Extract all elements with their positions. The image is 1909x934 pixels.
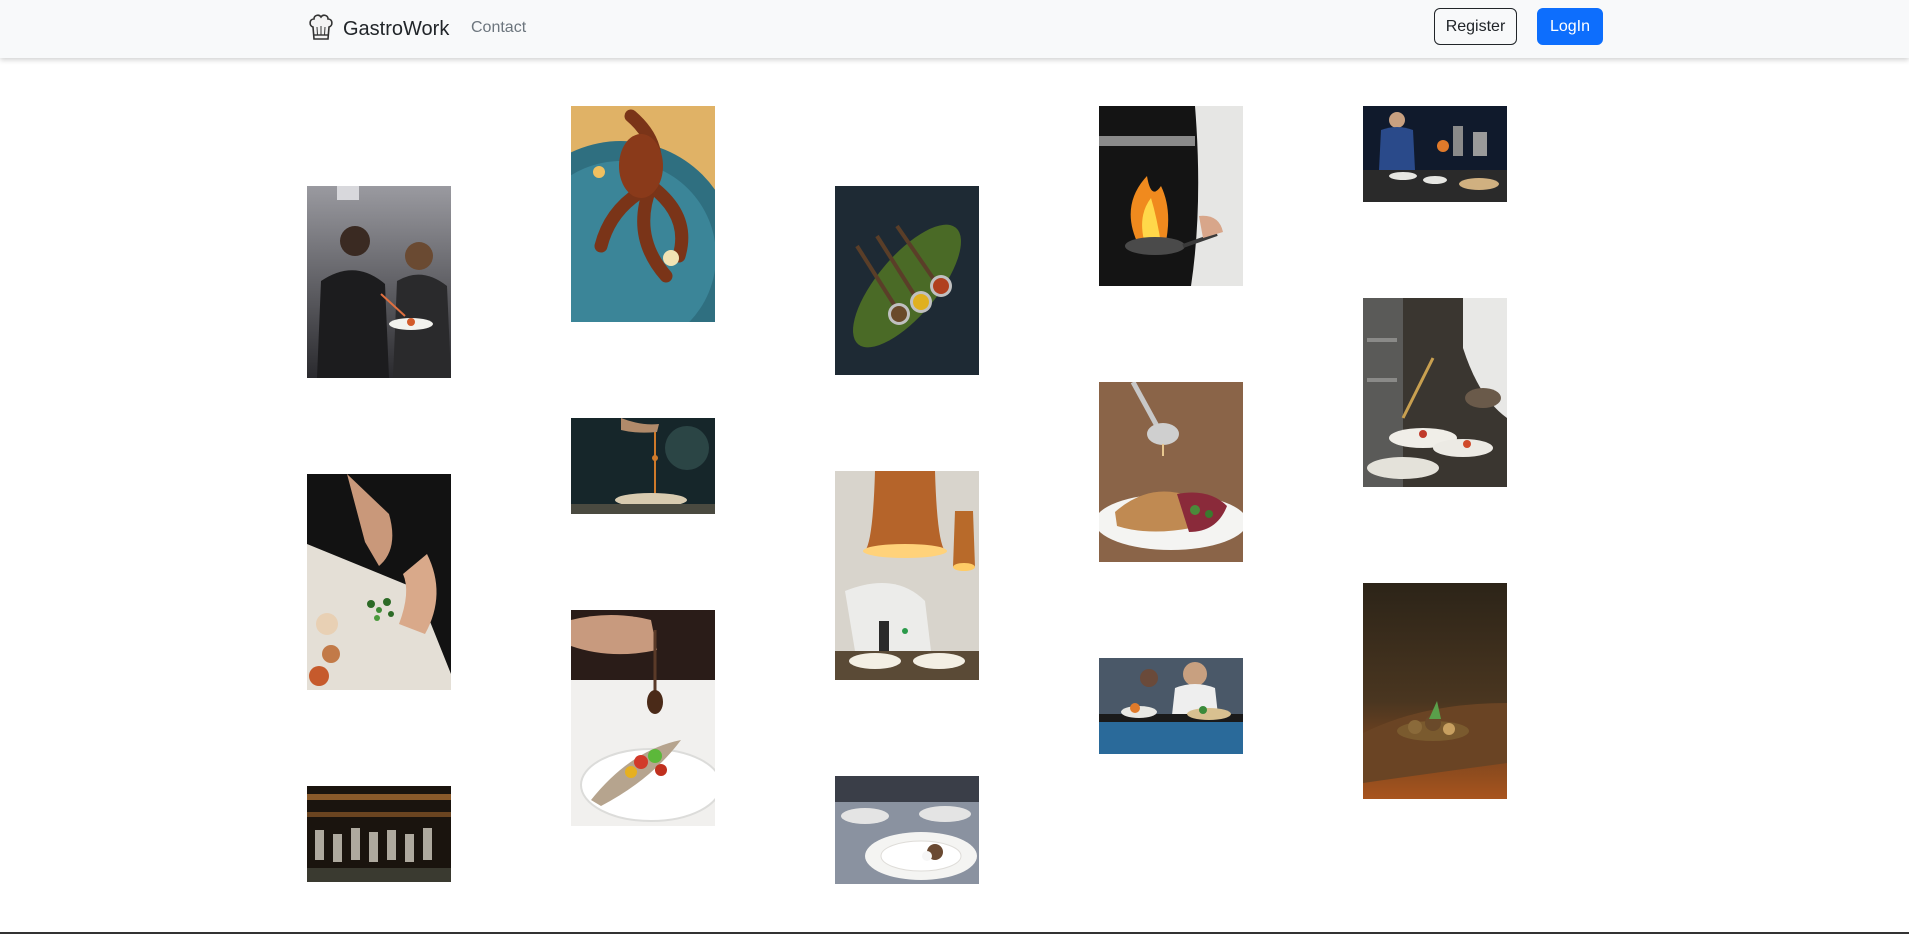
chefs-plating-photo[interactable] [307,186,451,378]
login-button[interactable]: LogIn [1537,8,1603,45]
busy-kitchen-photo[interactable] [1363,106,1507,202]
chopping-herbs-photo[interactable] [307,474,451,690]
brand-link[interactable]: GastroWork [308,12,449,46]
nav-contact-link[interactable]: Contact [471,19,526,37]
navbar: GastroWork Contact Register LogIn [0,0,1909,58]
register-button[interactable]: Register [1434,8,1517,45]
flambe-pan-photo[interactable] [1099,106,1243,286]
plated-dishes-photo[interactable] [835,776,979,884]
heat-lamp-plating-photo[interactable] [835,471,979,680]
ladle-fish-dish-photo[interactable] [1099,382,1243,562]
kitchen-pass-photo[interactable] [1363,298,1507,487]
wooden-board-dish-photo[interactable] [1363,583,1507,799]
sauce-drizzle-photo[interactable] [571,418,715,514]
chef-service-photo[interactable] [1099,658,1243,754]
hanging-glasses-photo[interactable] [307,786,451,882]
octopus-dish-photo[interactable] [571,106,715,322]
brand-name: GastroWork [343,17,450,40]
spice-spoons-photo[interactable] [835,186,979,375]
chef-hat-icon [309,14,333,40]
plating-spoon-photo[interactable] [571,610,715,826]
